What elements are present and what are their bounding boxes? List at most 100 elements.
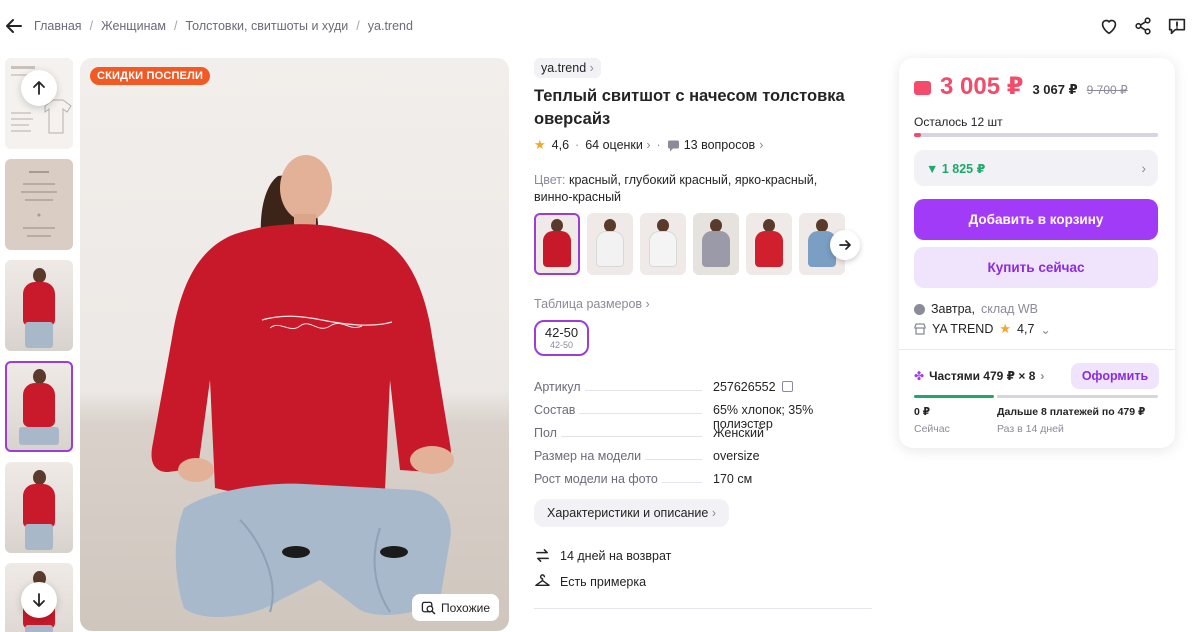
swatch-garment: [702, 231, 730, 267]
spec-row: Пол Женский: [534, 426, 764, 440]
color-swatch[interactable]: [587, 213, 633, 275]
copy-icon[interactable]: [781, 381, 793, 392]
shop-icon: [914, 323, 926, 335]
back-arrow-icon[interactable]: [4, 16, 24, 36]
color-swatch[interactable]: [640, 213, 686, 275]
wallet-price: 3 005 ₽: [940, 73, 1024, 100]
heart-icon[interactable]: [1098, 15, 1120, 37]
installment-link[interactable]: ✤ Частями 479 ₽ × 8 ›: [914, 369, 1044, 383]
thumbnail-list: [5, 58, 74, 632]
breadcrumb-women[interactable]: Женщинам: [101, 19, 166, 33]
spec-row: Артикул 257626552: [534, 378, 874, 401]
breadcrumb-home[interactable]: Главная: [34, 19, 82, 33]
breadcrumb-separator: /: [89, 19, 94, 33]
breadcrumb: Главная / Женщинам / Толстовки, свитшоты…: [34, 19, 413, 33]
size-option[interactable]: 42-50 42-50: [534, 320, 589, 356]
hanger-icon: [535, 574, 550, 586]
chevron-down-icon: ⌄: [1040, 322, 1051, 337]
wallet-icon: [914, 81, 931, 95]
color-swatch[interactable]: [746, 213, 792, 275]
spec-row: Состав 65% хлопок; 35% полиэстер: [534, 403, 814, 431]
brand-link[interactable]: ya.trend ›: [534, 58, 601, 78]
spec-row: Рост модели на фото 170 см: [534, 472, 753, 486]
card-divider: [899, 349, 1175, 350]
color-description: Цвет: красный, глубокий красный, ярко-кр…: [534, 172, 854, 205]
promo-discount-box[interactable]: ▼ 1 825 ₽ ›: [914, 150, 1158, 186]
next-payments: Дальше 8 платежей по 479 ₽: [997, 406, 1146, 418]
similar-button[interactable]: Похожие: [412, 594, 499, 621]
spec-list: Артикул 257626552 Состав 65% хлопок; 35% п…: [534, 378, 874, 493]
fitting-feature: Есть примерка: [534, 573, 646, 590]
installment-now: 0 ₽ Сейчас: [914, 406, 950, 435]
search-similar-icon: [421, 601, 436, 615]
chevron-right-icon: ›: [1141, 160, 1146, 176]
color-label: Цвет:: [534, 173, 566, 187]
installment-text: Частями 479 ₽ × 8: [929, 369, 1036, 383]
regular-price: 3 067 ₽: [1032, 82, 1078, 97]
breadcrumb-brand[interactable]: ya.trend: [368, 19, 413, 33]
rating-row: ★ 4,6 · 64 оценки › · 13 вопросов ›: [534, 137, 764, 152]
star-icon: ★: [999, 321, 1012, 336]
product-title: Теплый свитшот с начесом толстовка оверс…: [534, 87, 845, 128]
description-button[interactable]: Характеристики и описание ›: [534, 499, 730, 527]
add-to-cart-button[interactable]: Добавить в корзину: [914, 199, 1158, 240]
warehouse-name: склад WB: [980, 302, 1038, 316]
thumbnail-care-card[interactable]: [5, 159, 73, 250]
rating-value: 4,6: [551, 138, 570, 152]
thumbnail-photo-3[interactable]: [5, 462, 73, 553]
warehouse-icon: [914, 303, 925, 315]
size-table-link[interactable]: Таблица размеров ›: [534, 297, 650, 311]
thumbnails-down-button[interactable]: [21, 582, 57, 618]
brand-name: ya.trend: [541, 61, 587, 75]
return-arrows-icon: [536, 549, 549, 562]
installment-button[interactable]: Оформить: [1071, 363, 1159, 389]
divider: [534, 608, 872, 609]
question-icon: [667, 140, 679, 151]
spec-row: Размер на модели oversize: [534, 449, 760, 463]
installment-progress: [914, 395, 1158, 398]
top-actions: [1098, 15, 1188, 37]
report-icon[interactable]: [1166, 15, 1188, 37]
model-illustration: [151, 155, 454, 618]
price-card: 3 005 ₽ 3 067 ₽ 9 700 ₽ Осталось 12 шт ▼…: [899, 58, 1175, 448]
delivery-info: Завтра, склад WB: [914, 302, 1038, 316]
now-amount: 0 ₽: [914, 406, 931, 418]
stock-left: Осталось 12 шт: [914, 115, 1003, 129]
stock-progress: [914, 133, 1158, 137]
seller-info[interactable]: YA TREND ★ 4,7 ⌄: [914, 321, 1051, 337]
share-icon[interactable]: [1132, 15, 1154, 37]
return-feature: 14 дней на возврат: [534, 547, 671, 564]
arrow-up-icon: [33, 81, 45, 95]
color-swatch[interactable]: [534, 213, 580, 275]
swatch-garment: [596, 231, 624, 267]
breadcrumb-separator: /: [174, 19, 178, 33]
thumbnail-photo-1[interactable]: [5, 260, 73, 351]
questions-link[interactable]: 13 вопросов ›: [667, 138, 763, 152]
breadcrumb-separator: /: [356, 19, 360, 33]
now-label: Сейчас: [914, 423, 950, 435]
color-swatches: [534, 213, 845, 275]
size-main: 42-50: [544, 325, 579, 340]
reviews-link[interactable]: 64 оценки ›: [585, 138, 650, 152]
delivery-date: Завтра,: [931, 302, 975, 316]
thumbnails-up-button[interactable]: [21, 70, 57, 106]
size-sub: 42-50: [549, 340, 574, 350]
installment-icon: ✤: [914, 369, 925, 383]
next-interval: Раз в 14 дней: [997, 423, 1064, 435]
color-value: красный, глубокий красный, ярко-красный,…: [534, 173, 818, 204]
star-icon: ★: [534, 137, 546, 152]
promo-amount: ▼ 1 825 ₽: [926, 161, 986, 176]
installment-next: Дальше 8 платежей по 479 ₽ Раз в 14 дней: [997, 406, 1145, 435]
swatch-garment: [755, 231, 783, 267]
thumbnail-photo-2[interactable]: [5, 361, 73, 452]
old-price: 9 700 ₽: [1086, 83, 1128, 97]
breadcrumb-category[interactable]: Толстовки, свитшоты и худи: [186, 19, 349, 33]
swatches-next-button[interactable]: [830, 230, 860, 260]
color-swatch[interactable]: [693, 213, 739, 275]
similar-label: Похожие: [441, 600, 490, 615]
swatch-garment: [543, 231, 571, 267]
buy-now-button[interactable]: Купить сейчас: [914, 247, 1158, 288]
swatch-garment: [649, 231, 677, 267]
promo-badge: СКИДКИ ПОСПЕЛИ: [90, 67, 211, 85]
main-product-photo[interactable]: СКИДКИ ПОСПЕЛИ Похожие: [80, 58, 509, 631]
